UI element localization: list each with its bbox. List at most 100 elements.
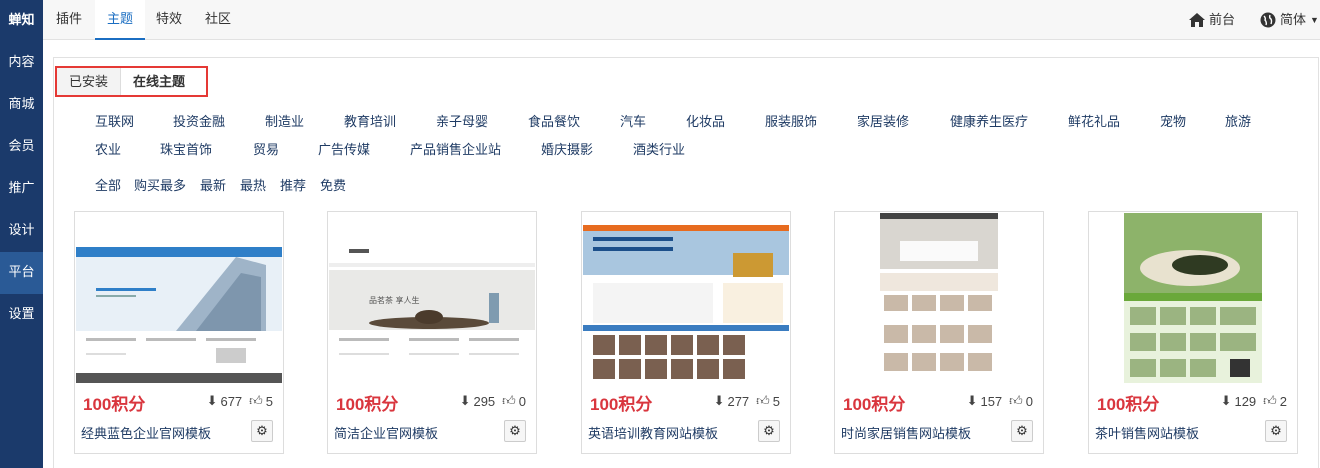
top-navigation: 插件 主题 特效 社区 前台 简体 ▼ bbox=[43, 0, 1320, 40]
theme-stats: ⬇ 277 👍︎ 5 bbox=[714, 393, 780, 409]
like-count: 0 bbox=[518, 393, 526, 409]
settings-button[interactable]: ⚙ bbox=[1011, 420, 1033, 442]
settings-button[interactable]: ⚙ bbox=[1265, 420, 1287, 442]
category-link[interactable]: 婚庆摄影 bbox=[541, 139, 593, 158]
theme-preview-image[interactable] bbox=[583, 213, 789, 383]
tab-plugins[interactable]: 插件 bbox=[44, 0, 94, 40]
tab-community[interactable]: 社区 bbox=[193, 0, 243, 40]
gear-icon: ⚙ bbox=[509, 423, 521, 438]
theme-card[interactable]: 100积分 ⬇ 677 👍︎ 5 经典蓝色企业官网模板 ⚙ bbox=[74, 211, 284, 454]
gear-icon: ⚙ bbox=[1016, 423, 1028, 438]
filter-newest[interactable]: 最新 bbox=[200, 175, 226, 194]
sidebar-item-promotion[interactable]: 推广 bbox=[0, 168, 43, 210]
download-count: 277 bbox=[727, 393, 750, 409]
theme-name[interactable]: 时尚家居销售网站模板 bbox=[841, 423, 971, 442]
filter-most-bought[interactable]: 购买最多 bbox=[134, 175, 186, 194]
category-link[interactable]: 亲子母婴 bbox=[436, 111, 488, 130]
download-icon: ⬇ bbox=[206, 393, 218, 408]
category-link[interactable]: 家居装修 bbox=[857, 111, 909, 130]
sidebar-item-platform[interactable]: 平台 bbox=[0, 252, 43, 294]
category-link[interactable]: 制造业 bbox=[265, 111, 304, 130]
theme-price: 100积分 bbox=[83, 395, 146, 414]
category-link[interactable]: 贸易 bbox=[253, 139, 279, 158]
theme-preview-image[interactable] bbox=[836, 213, 1042, 383]
like-count: 5 bbox=[265, 393, 273, 409]
like-count: 2 bbox=[1279, 393, 1287, 409]
theme-name[interactable]: 茶叶销售网站模板 bbox=[1095, 423, 1199, 442]
thumbs-up-icon: 👍︎ bbox=[1263, 393, 1277, 408]
category-link[interactable]: 食品餐饮 bbox=[528, 111, 580, 130]
theme-card[interactable]: 100积分 ⬇ 277 👍︎ 5 英语培训教育网站模板 ⚙ bbox=[581, 211, 791, 454]
download-icon: ⬇ bbox=[966, 393, 978, 408]
category-link[interactable]: 教育培训 bbox=[344, 111, 396, 130]
theme-preview-image[interactable] bbox=[1090, 213, 1296, 383]
globe-icon bbox=[1260, 12, 1276, 28]
category-link[interactable]: 互联网 bbox=[95, 111, 134, 130]
language-dropdown[interactable]: 简体 ▼ bbox=[1260, 0, 1319, 40]
like-count: 5 bbox=[772, 393, 780, 409]
category-link[interactable]: 健康养生医疗 bbox=[950, 111, 1028, 130]
home-icon bbox=[1189, 13, 1205, 27]
settings-button[interactable]: ⚙ bbox=[504, 420, 526, 442]
settings-button[interactable]: ⚙ bbox=[251, 420, 273, 442]
thumbs-up-icon: 👍︎ bbox=[1009, 393, 1023, 408]
category-link[interactable]: 旅游 bbox=[1225, 111, 1251, 130]
theme-card[interactable]: 品茗茶 享人生 100积分 ⬇ 295 👍︎ 0 简洁企业官网模板 ⚙ bbox=[327, 211, 537, 454]
download-count: 295 bbox=[473, 393, 496, 409]
category-link[interactable]: 汽车 bbox=[620, 111, 646, 130]
sidebar-item-brand[interactable]: 蝉知 bbox=[0, 0, 43, 42]
settings-button[interactable]: ⚙ bbox=[758, 420, 780, 442]
sidebar-item-content[interactable]: 内容 bbox=[0, 42, 43, 84]
theme-stats: ⬇ 129 👍︎ 2 bbox=[1221, 393, 1287, 409]
frontend-label: 前台 bbox=[1209, 12, 1236, 27]
category-link[interactable]: 珠宝首饰 bbox=[160, 139, 212, 158]
filter-all[interactable]: 全部 bbox=[95, 175, 121, 194]
category-link[interactable]: 酒类行业 bbox=[633, 139, 685, 158]
filter-recommended[interactable]: 推荐 bbox=[280, 175, 306, 194]
theme-name[interactable]: 经典蓝色企业官网模板 bbox=[81, 423, 211, 442]
theme-card[interactable]: 100积分 ⬇ 129 👍︎ 2 茶叶销售网站模板 ⚙ bbox=[1088, 211, 1298, 454]
theme-subtabs: 已安装 在线主题 bbox=[55, 66, 208, 97]
thumbs-up-icon: 👍︎ bbox=[502, 393, 516, 408]
category-link[interactable]: 广告传媒 bbox=[318, 139, 370, 158]
theme-price: 100积分 bbox=[336, 395, 399, 414]
category-link[interactable]: 鲜花礼品 bbox=[1068, 111, 1120, 130]
sidebar-item-settings[interactable]: 设置 bbox=[0, 294, 43, 336]
download-count: 677 bbox=[220, 393, 243, 409]
filter-free[interactable]: 免费 bbox=[320, 175, 346, 194]
thumbs-up-icon: 👍︎ bbox=[756, 393, 770, 408]
category-link[interactable]: 化妆品 bbox=[686, 111, 725, 130]
theme-price: 100积分 bbox=[590, 395, 653, 414]
category-link[interactable]: 服装服饰 bbox=[765, 111, 817, 130]
theme-preview-image[interactable]: 品茗茶 享人生 bbox=[329, 213, 535, 383]
tab-online-themes[interactable]: 在线主题 bbox=[120, 68, 198, 95]
sidebar: 蝉知 内容 商城 会员 推广 设计 平台 设置 bbox=[0, 0, 43, 468]
download-icon: ⬇ bbox=[713, 393, 725, 408]
frontend-link[interactable]: 前台 bbox=[1189, 0, 1235, 40]
gear-icon: ⚙ bbox=[256, 423, 268, 438]
category-link[interactable]: 宠物 bbox=[1160, 111, 1186, 130]
download-icon: ⬇ bbox=[1220, 393, 1232, 408]
svg-text:品茗茶 享人生: 品茗茶 享人生 bbox=[369, 295, 420, 305]
tab-effects[interactable]: 特效 bbox=[144, 0, 194, 40]
filter-hottest[interactable]: 最热 bbox=[240, 175, 266, 194]
theme-name[interactable]: 简洁企业官网模板 bbox=[334, 423, 438, 442]
theme-preview-image[interactable] bbox=[76, 213, 282, 383]
theme-price: 100积分 bbox=[1097, 395, 1160, 414]
download-icon: ⬇ bbox=[459, 393, 471, 408]
sidebar-item-design[interactable]: 设计 bbox=[0, 210, 43, 252]
theme-name[interactable]: 英语培训教育网站模板 bbox=[588, 423, 718, 442]
tab-themes[interactable]: 主题 bbox=[95, 0, 146, 40]
tab-installed[interactable]: 已安装 bbox=[57, 68, 121, 95]
like-count: 0 bbox=[1025, 393, 1033, 409]
theme-card[interactable]: 100积分 ⬇ 157 👍︎ 0 时尚家居销售网站模板 ⚙ bbox=[834, 211, 1044, 454]
theme-stats: ⬇ 157 👍︎ 0 bbox=[967, 393, 1033, 409]
sidebar-item-members[interactable]: 会员 bbox=[0, 126, 43, 168]
download-count: 157 bbox=[980, 393, 1003, 409]
category-link[interactable]: 投资金融 bbox=[173, 111, 225, 130]
thumbs-up-icon: 👍︎ bbox=[249, 393, 263, 408]
category-link[interactable]: 产品销售企业站 bbox=[410, 139, 501, 158]
gear-icon: ⚙ bbox=[763, 423, 775, 438]
category-link[interactable]: 农业 bbox=[95, 139, 121, 158]
sidebar-item-shop[interactable]: 商城 bbox=[0, 84, 43, 126]
